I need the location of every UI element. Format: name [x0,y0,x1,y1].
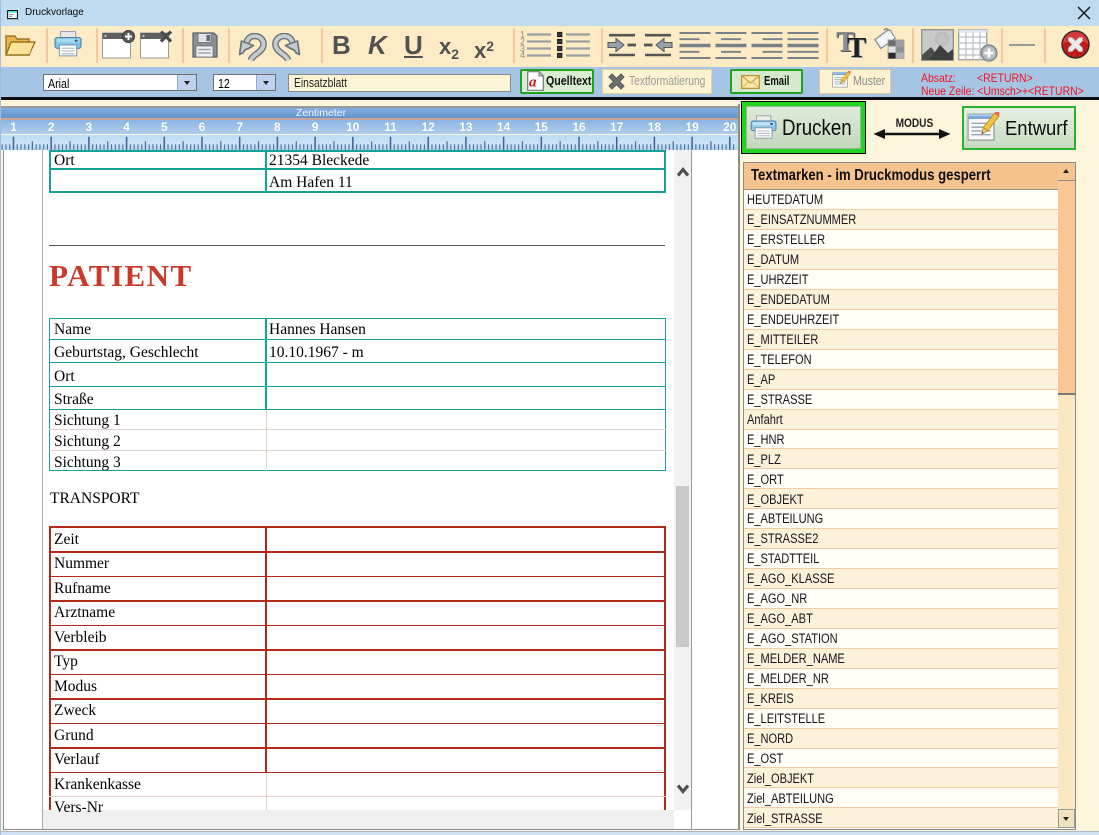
svg-text:a: a [529,75,537,91]
svg-text:4: 4 [520,50,525,58]
